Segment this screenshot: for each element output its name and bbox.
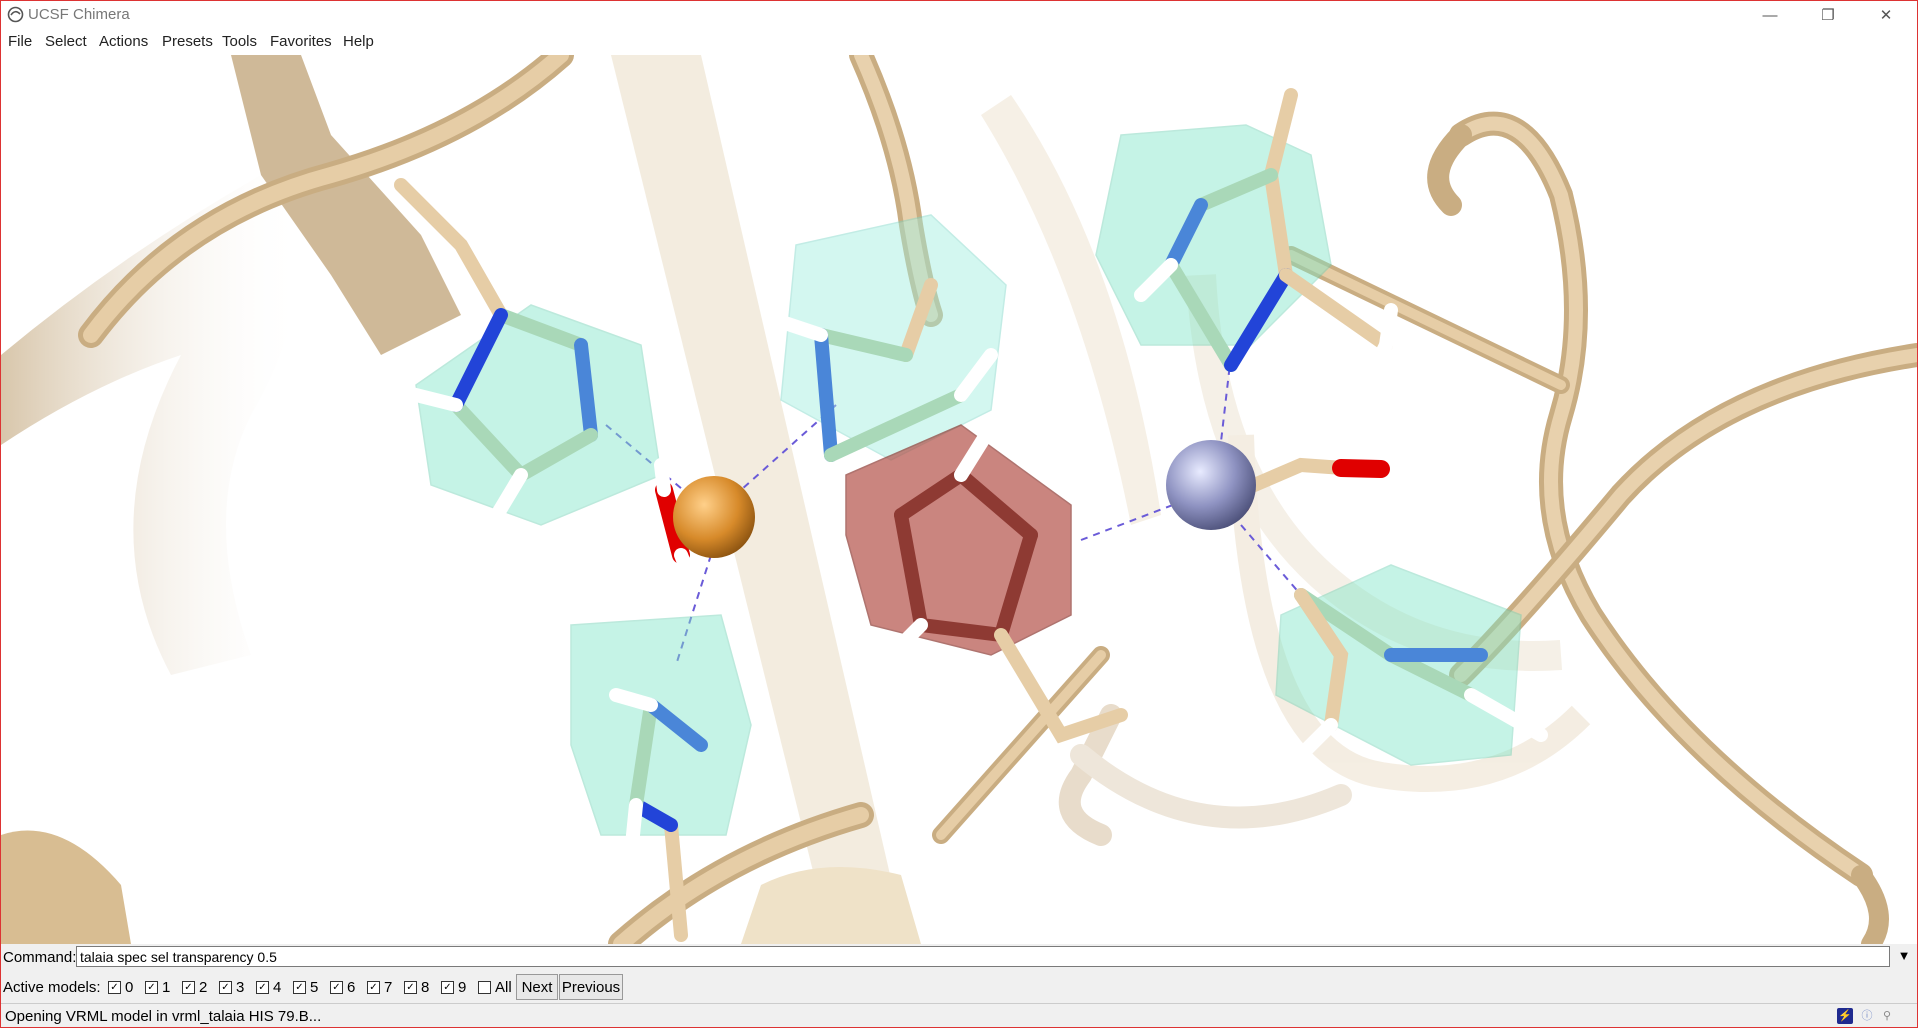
title-bar: UCSF Chimera — ❐ ✕ xyxy=(1,1,1917,29)
checkbox-checked-icon: ✓ xyxy=(441,981,454,994)
copper-ion[interactable] xyxy=(673,476,755,558)
next-button[interactable]: Next xyxy=(516,974,558,1000)
status-bar: Opening VRML model in vrml_talaia HIS 79… xyxy=(1,1003,1917,1027)
status-message: Opening VRML model in vrml_talaia HIS 79… xyxy=(5,1008,322,1025)
checkbox-checked-icon: ✓ xyxy=(367,981,380,994)
model-7-checkbox[interactable]: ✓ 7 xyxy=(367,979,392,996)
window-title: UCSF Chimera xyxy=(28,6,130,23)
previous-button[interactable]: Previous xyxy=(559,974,623,1000)
checkbox-checked-icon: ✓ xyxy=(404,981,417,994)
model-9-checkbox[interactable]: ✓ 9 xyxy=(441,979,466,996)
model-1-checkbox[interactable]: ✓ 1 xyxy=(145,979,170,996)
menu-help[interactable]: Help xyxy=(343,33,374,50)
model-3-checkbox[interactable]: ✓ 3 xyxy=(219,979,244,996)
lightning-icon[interactable]: ⚡ xyxy=(1837,1008,1853,1024)
restore-button[interactable]: ❐ xyxy=(1799,1,1857,29)
menu-actions[interactable]: Actions xyxy=(99,33,148,50)
magnifier-icon[interactable]: ⚲ xyxy=(1879,1008,1895,1024)
checkbox-checked-icon: ✓ xyxy=(108,981,121,994)
chimera-window: UCSF Chimera — ❐ ✕ File Select Actions P… xyxy=(0,0,1918,1028)
model-4-checkbox[interactable]: ✓ 4 xyxy=(256,979,281,996)
active-models-bar: Active models: ✓ 0 ✓ 1 ✓ 2 ✓ 3 ✓ 4 ✓ 5 ✓ 6 ✓ 7 ✓… xyxy=(1,971,1917,1003)
model-0-checkbox[interactable]: ✓ 0 xyxy=(108,979,133,996)
checkbox-checked-icon: ✓ xyxy=(256,981,269,994)
checkbox-checked-icon: ✓ xyxy=(219,981,232,994)
model-2-checkbox[interactable]: ✓ 2 xyxy=(182,979,207,996)
model-5-checkbox[interactable]: ✓ 5 xyxy=(293,979,318,996)
chimera-logo-icon xyxy=(7,6,24,23)
model-6-checkbox[interactable]: ✓ 6 xyxy=(330,979,355,996)
menu-favorites[interactable]: Favorites xyxy=(270,33,332,50)
info-icon[interactable]: ⓘ xyxy=(1859,1008,1875,1024)
menu-select[interactable]: Select xyxy=(45,33,87,50)
zinc-ion[interactable] xyxy=(1166,440,1256,530)
molecule-viewport[interactable] xyxy=(1,55,1917,944)
checkbox-checked-icon: ✓ xyxy=(293,981,306,994)
checkbox-checked-icon: ✓ xyxy=(145,981,158,994)
menu-presets[interactable]: Presets xyxy=(162,33,213,50)
menu-file[interactable]: File xyxy=(8,33,32,50)
command-label: Command: xyxy=(3,949,77,966)
minimize-button[interactable]: — xyxy=(1741,1,1799,29)
molecular-graphics-canvas[interactable] xyxy=(1,55,1917,944)
command-line: Command: ▼ xyxy=(1,944,1917,971)
model-all-checkbox[interactable]: All xyxy=(478,979,512,996)
command-input[interactable] xyxy=(76,946,1890,967)
checkbox-unchecked-icon xyxy=(478,981,491,994)
checkbox-checked-icon: ✓ xyxy=(330,981,343,994)
model-8-checkbox[interactable]: ✓ 8 xyxy=(404,979,429,996)
close-button[interactable]: ✕ xyxy=(1857,1,1915,29)
menu-tools[interactable]: Tools xyxy=(222,33,257,50)
menu-bar: File Select Actions Presets Tools Favori… xyxy=(1,29,1917,55)
command-history-dropdown[interactable]: ▼ xyxy=(1896,948,1912,967)
active-models-label: Active models: xyxy=(3,979,101,996)
checkbox-checked-icon: ✓ xyxy=(182,981,195,994)
